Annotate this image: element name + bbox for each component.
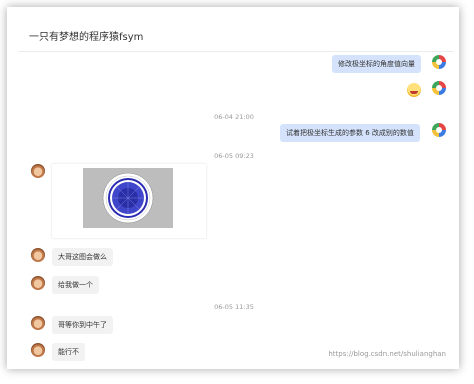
self-avatar[interactable] [432,81,446,95]
emoji-sticker[interactable] [407,83,421,97]
chat-header: 一只有梦想的程序猿fsym [18,18,454,52]
image-message[interactable] [52,164,206,238]
polar-plot-image [83,168,173,228]
timestamp: 06-05 11:35 [214,303,254,311]
contact-avatar[interactable] [31,276,45,290]
message-bubble-contact[interactable]: 给我做一个 [52,276,99,294]
contact-avatar[interactable] [31,343,45,357]
chat-window: 一只有梦想的程序猿fsym 修改极坐标的角度值向量 06-04 21:00 试着… [18,18,454,364]
contact-avatar[interactable] [31,164,45,178]
timestamp: 06-04 21:00 [214,113,254,121]
self-avatar[interactable] [432,55,446,69]
message-bubble-self[interactable]: 试着把极坐标生成的参数 6 改成别的数值 [280,124,420,142]
contact-avatar[interactable] [31,316,45,330]
self-avatar[interactable] [432,123,446,137]
message-bubble-contact[interactable]: 大哥这图会做么 [52,248,113,266]
watermark: https://blog.csdn.net/shulianghan [328,350,446,358]
message-bubble-contact[interactable]: 能行不 [52,343,85,361]
message-bubble-contact[interactable]: 哥等你到中午了 [52,316,113,334]
message-bubble-self[interactable]: 修改极坐标的角度值向量 [332,55,421,73]
chat-title: 一只有梦想的程序猿fsym [29,32,144,43]
timestamp: 06-05 09:23 [214,152,254,160]
polar-plot-graphic [102,172,154,224]
contact-avatar[interactable] [31,248,45,262]
